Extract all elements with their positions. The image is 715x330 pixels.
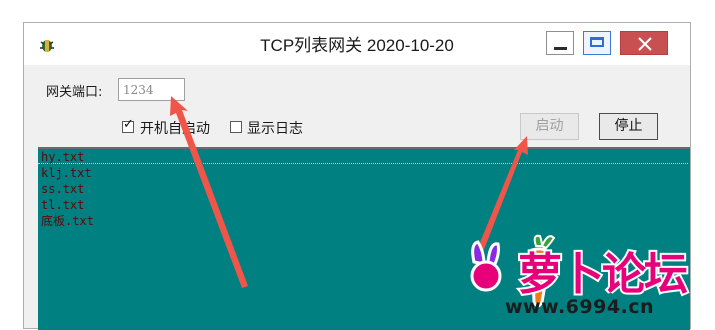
watermark-domain: www.6994.cn xyxy=(505,296,655,318)
watermark-text: 萝卜论坛 xyxy=(516,247,690,302)
arrow-to-port-input xyxy=(170,96,248,288)
